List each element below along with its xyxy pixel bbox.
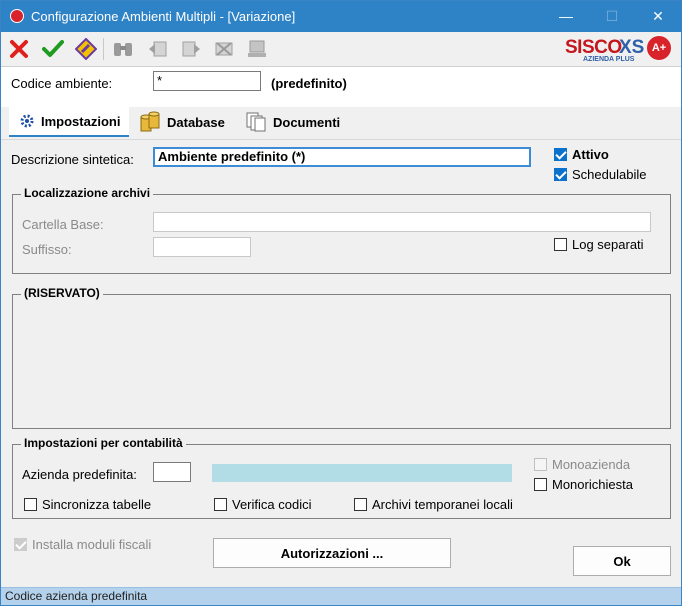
tab-impostazioni-label: Impostazioni bbox=[41, 113, 121, 129]
azienda-label: Azienda predefinita: bbox=[22, 467, 137, 482]
edit-icon[interactable] bbox=[74, 37, 98, 61]
toolbar-separator bbox=[103, 38, 104, 60]
autorizzazioni-button[interactable]: Autorizzazioni ... bbox=[213, 538, 451, 568]
cartella-label: Cartella Base: bbox=[22, 217, 104, 232]
verifica-label: Verifica codici bbox=[232, 497, 312, 512]
log-separati-checkbox-box[interactable] bbox=[554, 238, 567, 251]
status-text: Codice azienda predefinita bbox=[5, 589, 148, 603]
archivi-temporanei-checkbox-box[interactable] bbox=[354, 498, 367, 511]
cartella-field[interactable] bbox=[153, 212, 651, 232]
azienda-field[interactable] bbox=[153, 462, 191, 482]
localizzazione-legend: Localizzazione archivi bbox=[21, 186, 154, 200]
monorichiesta-checkbox[interactable]: Monorichiesta bbox=[534, 477, 633, 492]
archivi-temporanei-label: Archivi temporanei locali bbox=[372, 497, 513, 512]
app-icon bbox=[10, 9, 24, 23]
tab-database[interactable]: Database bbox=[139, 107, 225, 137]
tab-database-label: Database bbox=[167, 114, 225, 130]
monorichiesta-checkbox-box[interactable] bbox=[534, 478, 547, 491]
codice-note: (predefinito) bbox=[271, 76, 347, 91]
schedulabile-checkbox-box[interactable] bbox=[554, 168, 567, 181]
sincronizza-checkbox[interactable]: Sincronizza tabelle bbox=[24, 497, 151, 512]
archivi-temporanei-checkbox[interactable]: Archivi temporanei locali bbox=[354, 497, 513, 512]
window-title: Configurazione Ambienti Multipli - [Vari… bbox=[31, 9, 296, 24]
codice-field[interactable]: * bbox=[153, 71, 261, 91]
prev-record-icon[interactable] bbox=[146, 37, 170, 61]
azienda-description bbox=[212, 464, 512, 482]
tab-impostazioni[interactable]: Impostazioni bbox=[9, 107, 129, 137]
monoazienda-label: Monoazienda bbox=[552, 457, 631, 472]
log-separati-label: Log separati bbox=[572, 237, 644, 252]
riservato-legend: (RISERVATO) bbox=[21, 286, 103, 300]
cancel-icon[interactable] bbox=[7, 37, 31, 61]
documents-icon bbox=[246, 112, 266, 132]
riservato-group: (RISERVATO) bbox=[12, 286, 671, 429]
print-icon[interactable] bbox=[245, 37, 269, 61]
localizzazione-group: Localizzazione archivi bbox=[12, 186, 671, 274]
verifica-checkbox-box[interactable] bbox=[214, 498, 227, 511]
title-bar: Configurazione Ambienti Multipli - [Vari… bbox=[1, 1, 681, 32]
close-button[interactable]: ✕ bbox=[635, 1, 681, 32]
monorichiesta-label: Monorichiesta bbox=[552, 477, 633, 492]
logo-subtitle: AZIENDA PLUS bbox=[583, 56, 635, 63]
gear-icon bbox=[20, 114, 34, 128]
log-separati-checkbox[interactable]: Log separati bbox=[554, 237, 644, 252]
search-icon[interactable] bbox=[111, 37, 135, 61]
monoazienda-checkbox-box[interactable] bbox=[534, 458, 547, 471]
sincronizza-checkbox-box[interactable] bbox=[24, 498, 37, 511]
monoazienda-checkbox[interactable]: Monoazienda bbox=[534, 457, 630, 472]
schedulabile-checkbox[interactable]: Schedulabile bbox=[554, 167, 646, 182]
status-bar: Codice azienda predefinita bbox=[1, 587, 681, 605]
descrizione-field[interactable]: Ambiente predefinito (*) bbox=[153, 147, 531, 167]
confirm-icon[interactable] bbox=[41, 37, 65, 61]
descrizione-label: Descrizione sintetica: bbox=[11, 152, 134, 167]
attivo-checkbox-box[interactable] bbox=[554, 148, 567, 161]
attivo-label: Attivo bbox=[572, 147, 609, 162]
database-icon bbox=[140, 111, 160, 132]
contabilita-legend: Impostazioni per contabilità bbox=[21, 436, 186, 450]
installa-moduli-checkbox-box[interactable] bbox=[14, 538, 27, 551]
tab-documenti[interactable]: Documenti bbox=[245, 107, 340, 137]
verifica-checkbox[interactable]: Verifica codici bbox=[214, 497, 311, 512]
suffisso-field[interactable] bbox=[153, 237, 251, 257]
tab-documenti-label: Documenti bbox=[273, 114, 341, 130]
installa-moduli-checkbox[interactable]: Installa moduli fiscali bbox=[14, 537, 151, 552]
suffisso-label: Suffisso: bbox=[22, 242, 72, 257]
sincronizza-label: Sincronizza tabelle bbox=[42, 497, 152, 512]
attivo-checkbox[interactable]: Attivo bbox=[554, 147, 609, 162]
next-record-icon[interactable] bbox=[179, 37, 203, 61]
delete-icon[interactable] bbox=[212, 37, 236, 61]
codice-label: Codice ambiente: bbox=[11, 76, 113, 91]
minimize-button[interactable]: — bbox=[543, 1, 589, 32]
installa-moduli-label: Installa moduli fiscali bbox=[32, 537, 152, 552]
toolbar: SISCO XS AZIENDA PLUS A+ bbox=[1, 32, 681, 67]
logo-badge: A+ bbox=[645, 34, 673, 62]
schedulabile-label: Schedulabile bbox=[572, 167, 647, 182]
tab-bar: Impostazioni Database Documenti bbox=[1, 107, 681, 140]
maximize-button[interactable]: ☐ bbox=[589, 1, 635, 32]
sisco-logo: SISCO XS AZIENDA PLUS A+ bbox=[565, 34, 675, 64]
ok-button[interactable]: Ok bbox=[573, 546, 671, 576]
main-window: Configurazione Ambienti Multipli - [Vari… bbox=[0, 0, 682, 606]
